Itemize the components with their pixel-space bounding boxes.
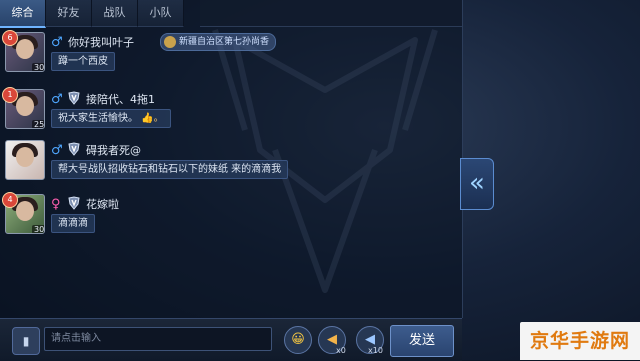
rank-badge: 1 (2, 87, 18, 103)
level-badge: 30 (32, 63, 45, 72)
player-name[interactable]: 你好我叫叶子 (68, 34, 134, 50)
region-title-tag: 新疆自治区第七孙尚香 (160, 33, 277, 51)
tier-shield-icon (68, 91, 80, 105)
chat-tabs: 综合 好友 战队 小队 (0, 0, 184, 28)
big-horn-count: x10 (368, 346, 383, 355)
level-badge: 25 (32, 120, 45, 129)
speaker-icon: ◀ (365, 332, 375, 347)
tab-general[interactable]: 综合 (0, 0, 46, 28)
small-horn-count: x0 (336, 346, 346, 355)
tier-shield-icon (68, 142, 80, 156)
message-bubble: 祝大家生活愉快。 👍。 (51, 109, 171, 128)
player-name[interactable]: 花嫁啦 (86, 196, 119, 212)
tab-friends[interactable]: 好友 (46, 0, 92, 27)
collapse-chat-button[interactable]: « (460, 158, 494, 210)
male-icon: ♂ (51, 143, 63, 158)
chat-input[interactable] (44, 327, 272, 351)
male-icon: ♂ (51, 92, 63, 107)
send-button[interactable]: 发送 (390, 325, 454, 357)
rank-badge: 6 (2, 30, 18, 46)
player-name[interactable]: 接陪代、4拖1 (86, 91, 155, 107)
avatar-face (16, 147, 34, 167)
voice-button[interactable]: ▮ (12, 327, 40, 355)
chat-input-bar: ▮ 😀 ◀ x0 ◀ x10 发送 (0, 318, 462, 361)
microphone-icon: ▮ (22, 334, 30, 348)
chat-message: 30 6 ♂ 你好我叫叶子 新疆自治区第七孙尚香 蹲一个西皮 (0, 30, 460, 88)
avatar-face (16, 39, 34, 59)
emoji-button[interactable]: 😀 (284, 326, 312, 354)
message-bubble: 蹲一个西皮 (51, 52, 115, 71)
tier-shield-icon (68, 196, 80, 210)
site-watermark: 京华手游网 (520, 322, 640, 360)
chat-message: 25 1 ♂ 接陪代、4拖1 祝大家生活愉快。 👍。 (0, 87, 460, 145)
tab-bar-background (200, 0, 462, 27)
tab-team[interactable]: 战队 (92, 0, 138, 27)
message-text: 祝大家生活愉快。 (58, 113, 138, 124)
avatar-face (16, 201, 34, 221)
chat-message: ♂ 碍我者死@ 帮大号战队招收钻石和钻石以下的妹纸 来的滴滴我 (0, 138, 460, 196)
crown-icon (164, 36, 176, 48)
female-icon: ♀ (51, 197, 61, 212)
message-bubble: 滴滴滴 (51, 214, 95, 233)
region-title-text: 新疆自治区第七孙尚香 (179, 37, 270, 47)
chat-panel: 综合 好友 战队 小队 30 6 ♂ 你好我叫叶子 新疆自治区第七孙尚香 蹲一个… (0, 0, 463, 318)
rank-badge: 4 (2, 192, 18, 208)
tab-squad[interactable]: 小队 (138, 0, 184, 27)
double-chevron-left-icon: « (469, 168, 485, 198)
avatar-face (16, 96, 34, 116)
level-badge: 30 (32, 225, 45, 234)
male-icon: ♂ (51, 35, 63, 50)
smiley-icon: 😀 (291, 332, 305, 347)
horn-icon: ◀ (327, 332, 337, 347)
message-bubble: 帮大号战队招收钻石和钻石以下的妹纸 来的滴滴我 (51, 160, 289, 179)
player-name[interactable]: 碍我者死@ (86, 142, 141, 158)
thumbs-up-icon: 👍。 (141, 113, 164, 124)
avatar[interactable] (5, 140, 45, 180)
chat-message: 30 4 ♀ 花嫁啦 滴滴滴 (0, 192, 460, 250)
